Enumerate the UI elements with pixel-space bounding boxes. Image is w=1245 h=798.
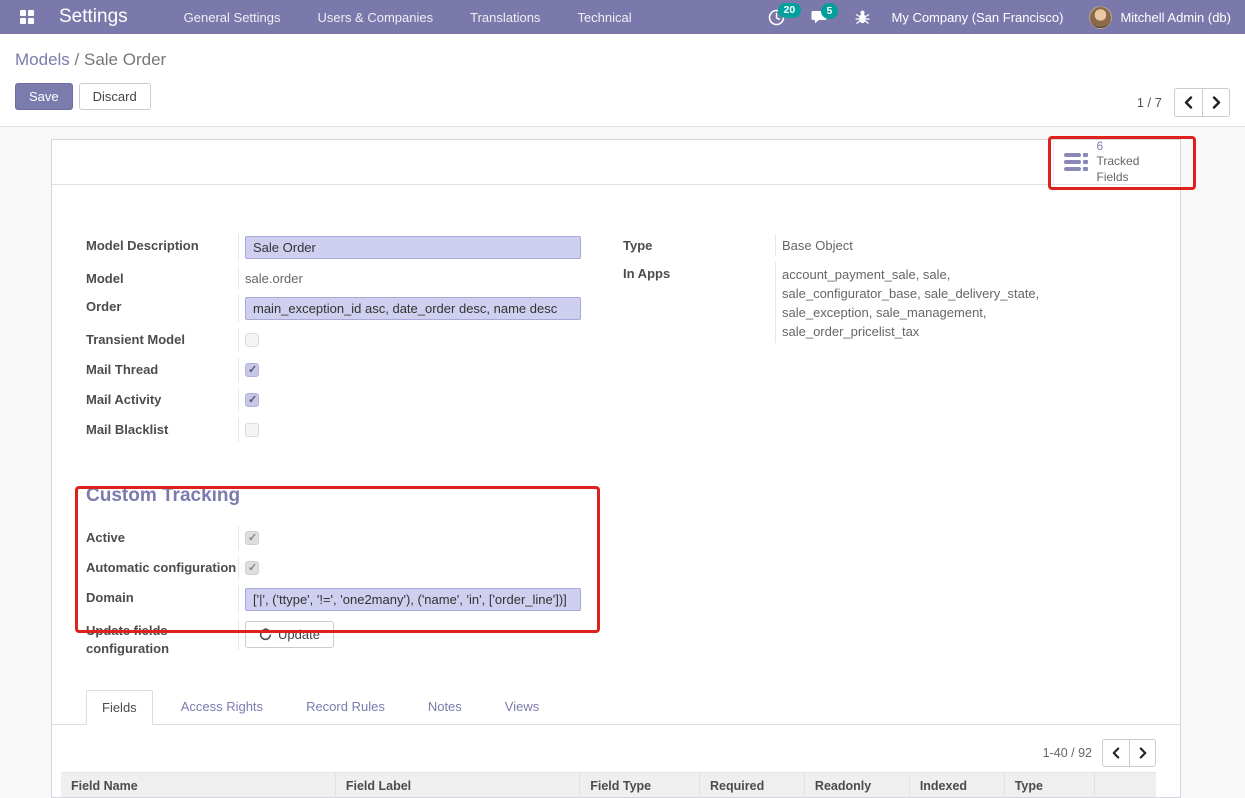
tracked-fields-label: Tracked Fields: [1097, 154, 1171, 185]
automatic-configuration-label: Automatic configuration: [86, 556, 238, 577]
fields-list-table: Field Name Field Label Field Type Requir…: [61, 772, 1156, 798]
chevron-left-icon: [1184, 96, 1193, 109]
notebook-tabs: Fields Access Rights Record Rules Notes …: [52, 690, 1180, 725]
mail-blacklist-checkbox[interactable]: [245, 423, 259, 437]
top-navbar: Settings General Settings Users & Compan…: [0, 0, 1245, 34]
model-value: sale.order: [238, 267, 623, 289]
model-label: Model: [86, 267, 238, 288]
column-field-label[interactable]: Field Label: [335, 773, 579, 798]
save-button[interactable]: Save: [15, 83, 73, 110]
messages-button[interactable]: 5: [811, 9, 829, 25]
menu-translations[interactable]: Translations: [470, 10, 540, 25]
company-switcher[interactable]: My Company (San Francisco): [892, 10, 1064, 25]
user-avatar[interactable]: [1089, 6, 1112, 29]
tab-access-rights[interactable]: Access Rights: [166, 690, 278, 724]
user-menu[interactable]: Mitchell Admin (db): [1120, 10, 1231, 25]
mail-blacklist-label: Mail Blacklist: [86, 418, 238, 439]
update-button-label: Update: [278, 627, 320, 642]
apps-menu-icon[interactable]: [20, 10, 34, 24]
systray: 20 5 My Company (San Francisco) Mitchell…: [768, 6, 1245, 29]
column-indexed[interactable]: Indexed: [909, 773, 1004, 798]
column-field-name[interactable]: Field Name: [61, 773, 335, 798]
automatic-configuration-checkbox[interactable]: [245, 561, 259, 575]
mail-thread-label: Mail Thread: [86, 358, 238, 379]
custom-tracking-group: Active Automatic configuration Domain Up…: [86, 523, 623, 660]
activities-button[interactable]: 20: [768, 9, 785, 26]
form-statusbar: 6 Tracked Fields: [52, 140, 1180, 185]
transient-model-checkbox[interactable]: [245, 333, 259, 347]
tracked-fields-button[interactable]: 6 Tracked Fields: [1053, 140, 1180, 184]
update-fields-configuration-label: Update fields configuration: [86, 619, 238, 657]
tab-record-rules[interactable]: Record Rules: [291, 690, 400, 724]
form-left-group: Model Description Model sale.order Order…: [86, 231, 623, 445]
discard-button[interactable]: Discard: [79, 83, 151, 110]
chevron-right-icon: [1139, 747, 1147, 759]
debug-button[interactable]: [855, 9, 870, 25]
order-label: Order: [86, 295, 238, 316]
list-pager-value: 1-40 / 92: [1043, 746, 1092, 760]
model-description-label: Model Description: [86, 234, 238, 255]
domain-label: Domain: [86, 586, 238, 607]
record-pager-value: 1 / 7: [1137, 95, 1162, 110]
form-sheet: 6 Tracked Fields Model Description Model…: [51, 139, 1181, 798]
record-pager-previous[interactable]: [1174, 88, 1202, 117]
breadcrumb-current: Sale Order: [84, 50, 166, 69]
breadcrumb-models-link[interactable]: Models: [15, 50, 70, 69]
in-apps-value: account_payment_sale, sale, sale_configu…: [775, 262, 1083, 343]
order-input[interactable]: [245, 297, 581, 320]
active-label: Active: [86, 526, 238, 547]
custom-tracking-title: Custom Tracking: [86, 485, 1146, 507]
column-type[interactable]: Type: [1004, 773, 1094, 798]
update-button[interactable]: Update: [245, 621, 334, 648]
chevron-left-icon: [1112, 747, 1120, 759]
mail-activity-checkbox[interactable]: [245, 393, 259, 407]
type-value: Base Object: [775, 234, 1146, 256]
domain-input[interactable]: [245, 588, 581, 611]
list-bars-icon: [1064, 153, 1088, 172]
active-checkbox[interactable]: [245, 531, 259, 545]
mail-activity-label: Mail Activity: [86, 388, 238, 409]
list-pager-previous[interactable]: [1102, 739, 1129, 767]
column-readonly[interactable]: Readonly: [804, 773, 909, 798]
chevron-right-icon: [1212, 96, 1221, 109]
column-field-type[interactable]: Field Type: [580, 773, 700, 798]
type-label: Type: [623, 234, 775, 255]
notebook: Fields Access Rights Record Rules Notes …: [52, 690, 1180, 798]
record-pager-next[interactable]: [1202, 88, 1230, 117]
menu-general-settings[interactable]: General Settings: [184, 10, 281, 25]
tab-views[interactable]: Views: [490, 690, 554, 724]
menu-users-companies[interactable]: Users & Companies: [318, 10, 434, 25]
list-pager-next[interactable]: [1129, 739, 1156, 767]
breadcrumb-separator: /: [70, 50, 84, 69]
current-app-title[interactable]: Settings: [59, 6, 128, 28]
messages-badge: 5: [821, 3, 839, 19]
tab-notes[interactable]: Notes: [413, 690, 477, 724]
refresh-icon: [259, 628, 272, 641]
model-description-input[interactable]: [245, 236, 581, 259]
tracked-fields-count: 6: [1097, 139, 1171, 154]
transient-model-label: Transient Model: [86, 328, 238, 349]
breadcrumb: Models / Sale Order: [15, 50, 1230, 70]
menu-technical[interactable]: Technical: [577, 10, 631, 25]
column-required[interactable]: Required: [700, 773, 805, 798]
tab-fields[interactable]: Fields: [86, 690, 153, 725]
app-menu: General Settings Users & Companies Trans…: [184, 10, 632, 25]
in-apps-label: In Apps: [623, 262, 775, 283]
mail-thread-checkbox[interactable]: [245, 363, 259, 377]
table-header-row: Field Name Field Label Field Type Requir…: [61, 773, 1156, 798]
activities-badge: 20: [778, 3, 802, 19]
bug-icon: [855, 9, 870, 25]
control-panel: Models / Sale Order Save Discard 1 / 7: [0, 34, 1245, 127]
form-right-group: Type Base Object In Apps account_payment…: [623, 231, 1146, 445]
